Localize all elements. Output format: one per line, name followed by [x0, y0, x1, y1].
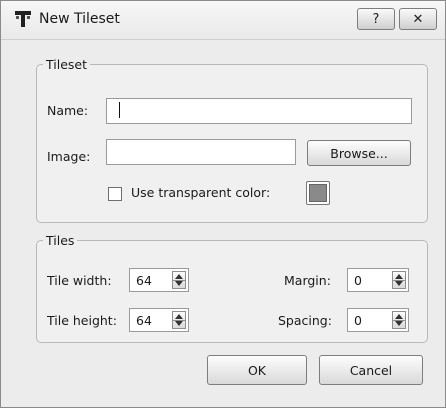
tile-height-label: Tile height: [47, 313, 117, 328]
spin-arrows-icon[interactable] [172, 271, 186, 289]
browse-button[interactable]: Browse... [307, 140, 411, 166]
spacing-spinbox[interactable]: 0 [347, 308, 409, 332]
margin-label: Margin: [284, 273, 331, 288]
tileset-icon [15, 11, 31, 27]
title-bar: New Tileset ? ✕ [1, 1, 445, 40]
color-swatch-fill [309, 184, 327, 202]
spacing-label: Spacing: [278, 313, 332, 328]
window-title: New Tileset [39, 11, 120, 27]
margin-spinbox[interactable]: 0 [347, 268, 409, 292]
transparent-color-checkbox[interactable] [108, 187, 122, 201]
cancel-button[interactable]: Cancel [319, 355, 423, 385]
spacing-value: 0 [354, 313, 362, 328]
ok-button[interactable]: OK [207, 355, 307, 385]
margin-value: 0 [354, 273, 362, 288]
image-label: Image: [47, 149, 91, 164]
name-label: Name: [47, 103, 89, 118]
spin-arrows-icon[interactable] [172, 311, 186, 329]
help-icon: ? [372, 11, 380, 27]
spin-arrows-icon[interactable] [392, 311, 406, 329]
image-field[interactable] [106, 139, 296, 165]
tile-width-spinbox[interactable]: 64 [129, 268, 189, 292]
tiles-legend: Tiles [46, 233, 75, 248]
text-caret [119, 102, 120, 118]
name-field[interactable] [106, 98, 412, 124]
spin-arrows-icon[interactable] [392, 271, 406, 289]
close-button[interactable]: ✕ [399, 8, 437, 30]
close-icon: ✕ [412, 11, 424, 27]
tile-width-label: Tile width: [47, 273, 112, 288]
help-button[interactable]: ? [357, 8, 395, 30]
transparent-color-button[interactable] [306, 181, 330, 205]
tile-height-spinbox[interactable]: 64 [129, 308, 189, 332]
tile-height-value: 64 [136, 313, 152, 328]
transparent-color-label: Use transparent color: [131, 185, 271, 200]
tile-width-value: 64 [136, 273, 152, 288]
tileset-legend: Tileset [46, 57, 87, 72]
